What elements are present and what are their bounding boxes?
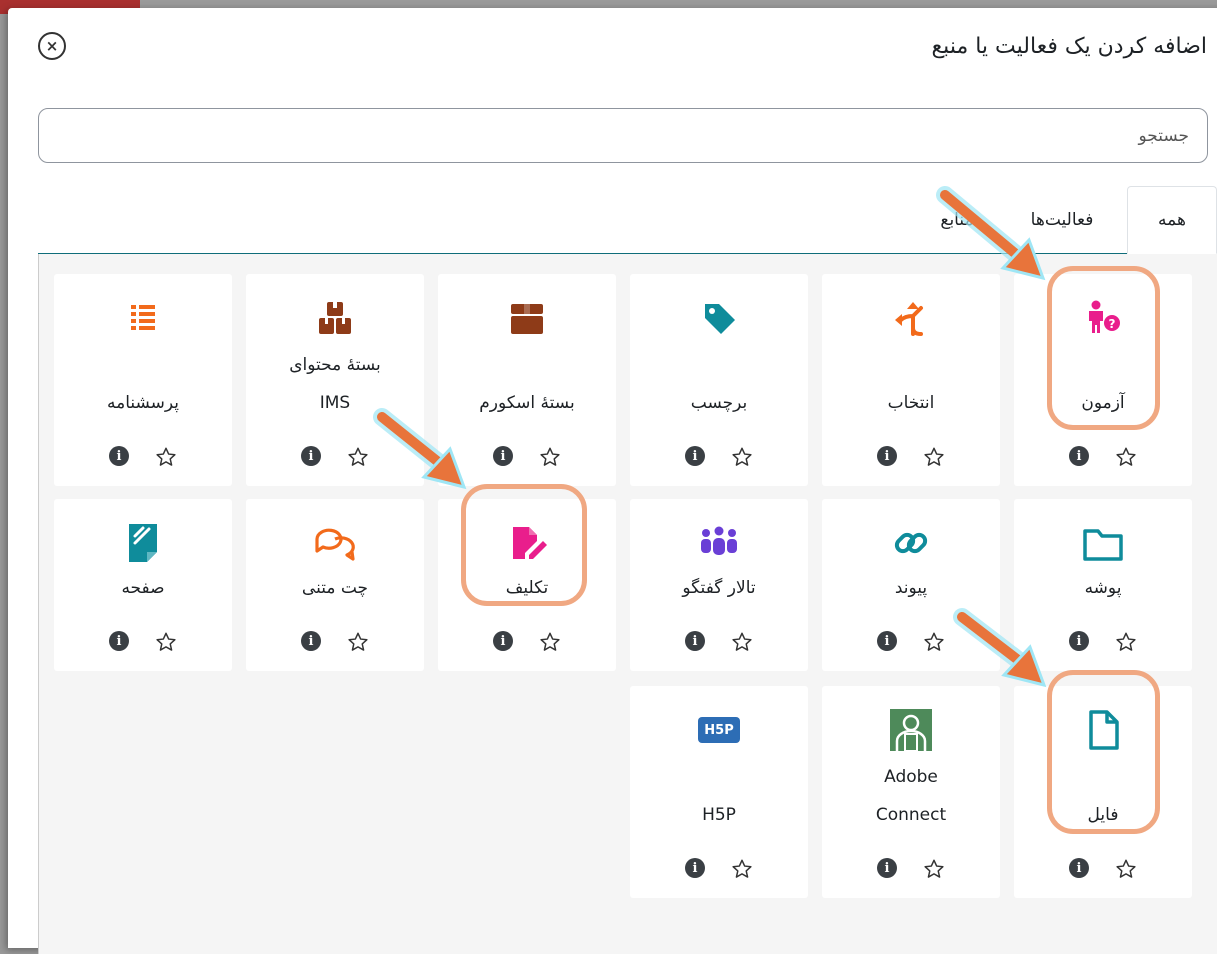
activity-card-label: چت متنی (301, 578, 369, 598)
activity-card-h5p[interactable]: H5P H5P i (630, 686, 808, 898)
activity-card-adobe-connect[interactable]: Adobe Connect i (822, 686, 1000, 898)
star-icon[interactable] (731, 631, 753, 653)
activity-card-label: فایل (1087, 805, 1119, 825)
info-icon[interactable]: i (493, 631, 513, 651)
tab-all[interactable]: همه (1127, 186, 1217, 254)
info-icon[interactable]: i (1069, 446, 1089, 466)
info-icon[interactable]: i (109, 446, 129, 466)
activity-card-forum[interactable]: تالار گفتگو i (630, 499, 808, 671)
info-icon[interactable]: i (1069, 858, 1089, 878)
activity-card-folder[interactable]: پوشه i (1014, 499, 1192, 671)
h5p-logo-badge: H5P (698, 717, 740, 743)
activity-card-label: انتخاب (887, 393, 935, 413)
info-icon[interactable]: i (301, 446, 321, 466)
star-icon[interactable] (731, 858, 753, 880)
activity-card-ims[interactable]: بستهٔ محتوای IMS i (246, 274, 424, 486)
activity-card-label-line2: IMS (319, 393, 351, 413)
star-icon[interactable] (1115, 631, 1137, 653)
info-icon[interactable]: i (493, 446, 513, 466)
activity-card-chat[interactable]: چت متنی i (246, 499, 424, 671)
star-icon[interactable] (155, 446, 177, 468)
search-input[interactable] (38, 108, 1208, 163)
star-icon[interactable] (923, 446, 945, 468)
activity-card-label-line2: Connect (875, 805, 947, 825)
activity-card-label: صفحه (121, 578, 165, 598)
add-activity-dialog: اضافه کردن یک فعالیت یا منبع × همه فعالی… (8, 8, 1217, 954)
activity-card-quiz[interactable]: ? آزمون i (1014, 274, 1192, 486)
star-icon[interactable] (539, 446, 561, 468)
star-icon[interactable] (731, 446, 753, 468)
page-icon (121, 521, 165, 565)
scorm-package-icon (505, 296, 549, 340)
assignment-icon (505, 521, 549, 565)
label-icon (697, 296, 741, 340)
activity-card-label: برچسب (690, 393, 748, 413)
info-icon[interactable]: i (685, 631, 705, 651)
info-icon[interactable]: i (685, 858, 705, 878)
dialog-title: اضافه کردن یک فعالیت یا منبع (931, 34, 1207, 59)
star-icon[interactable] (347, 631, 369, 653)
choice-icon (889, 296, 933, 340)
activity-card-label: H5P (702, 805, 736, 825)
star-icon[interactable] (1115, 858, 1137, 880)
activity-card-label: تکلیف (505, 578, 549, 598)
activity-card-label: بستهٔ اسکورم (479, 393, 575, 413)
activity-card-label-resource[interactable]: برچسب i (630, 274, 808, 486)
tab-bar: همه فعالیت‌ها منابع (38, 186, 1217, 254)
dialog-header: اضافه کردن یک فعالیت یا منبع × (8, 8, 1217, 90)
activity-chooser-grid: ? آزمون i انتخاب i برچسب i بستهٔ اسکورم … (38, 254, 1217, 954)
info-icon[interactable]: i (877, 631, 897, 651)
activity-card-label: آزمون (1081, 393, 1125, 413)
h5p-icon: H5P (697, 708, 741, 752)
star-icon[interactable] (539, 631, 561, 653)
activity-card-choice[interactable]: انتخاب i (822, 274, 1000, 486)
link-icon (889, 521, 933, 565)
activity-card-assignment[interactable]: تکلیف i (438, 499, 616, 671)
info-icon[interactable]: i (877, 858, 897, 878)
folder-icon (1081, 521, 1125, 565)
quiz-icon: ? (1081, 296, 1125, 340)
activity-card-url[interactable]: پیوند i (822, 499, 1000, 671)
activity-card-questionnaire[interactable]: پرسشنامه i (54, 274, 232, 486)
activity-card-label: پرسشنامه (106, 393, 180, 413)
star-icon[interactable] (155, 631, 177, 653)
activity-card-label-line1: بستهٔ محتوای (289, 355, 381, 375)
svg-text:?: ? (1109, 317, 1116, 331)
activity-card-label-line1: Adobe (884, 767, 938, 787)
tab-activities[interactable]: فعالیت‌ها (1007, 186, 1117, 253)
close-icon[interactable]: × (38, 32, 66, 60)
info-icon[interactable]: i (877, 446, 897, 466)
info-icon[interactable]: i (301, 631, 321, 651)
activity-card-label: تالار گفتگو (682, 578, 756, 598)
file-icon (1081, 708, 1125, 752)
ims-package-icon (313, 296, 357, 340)
activity-card-file[interactable]: فایل i (1014, 686, 1192, 898)
tab-resources[interactable]: منابع (917, 186, 997, 253)
questionnaire-icon (121, 296, 165, 340)
star-icon[interactable] (347, 446, 369, 468)
star-icon[interactable] (1115, 446, 1137, 468)
info-icon[interactable]: i (109, 631, 129, 651)
info-icon[interactable]: i (685, 446, 705, 466)
adobe-connect-icon (889, 708, 933, 752)
activity-card-scorm[interactable]: بستهٔ اسکورم i (438, 274, 616, 486)
forum-icon (697, 521, 741, 565)
activity-card-label: پیوند (894, 578, 928, 598)
activity-card-page[interactable]: صفحه i (54, 499, 232, 671)
activity-card-label: پوشه (1084, 578, 1122, 598)
chat-icon (313, 521, 357, 565)
info-icon[interactable]: i (1069, 631, 1089, 651)
star-icon[interactable] (923, 631, 945, 653)
star-icon[interactable] (923, 858, 945, 880)
